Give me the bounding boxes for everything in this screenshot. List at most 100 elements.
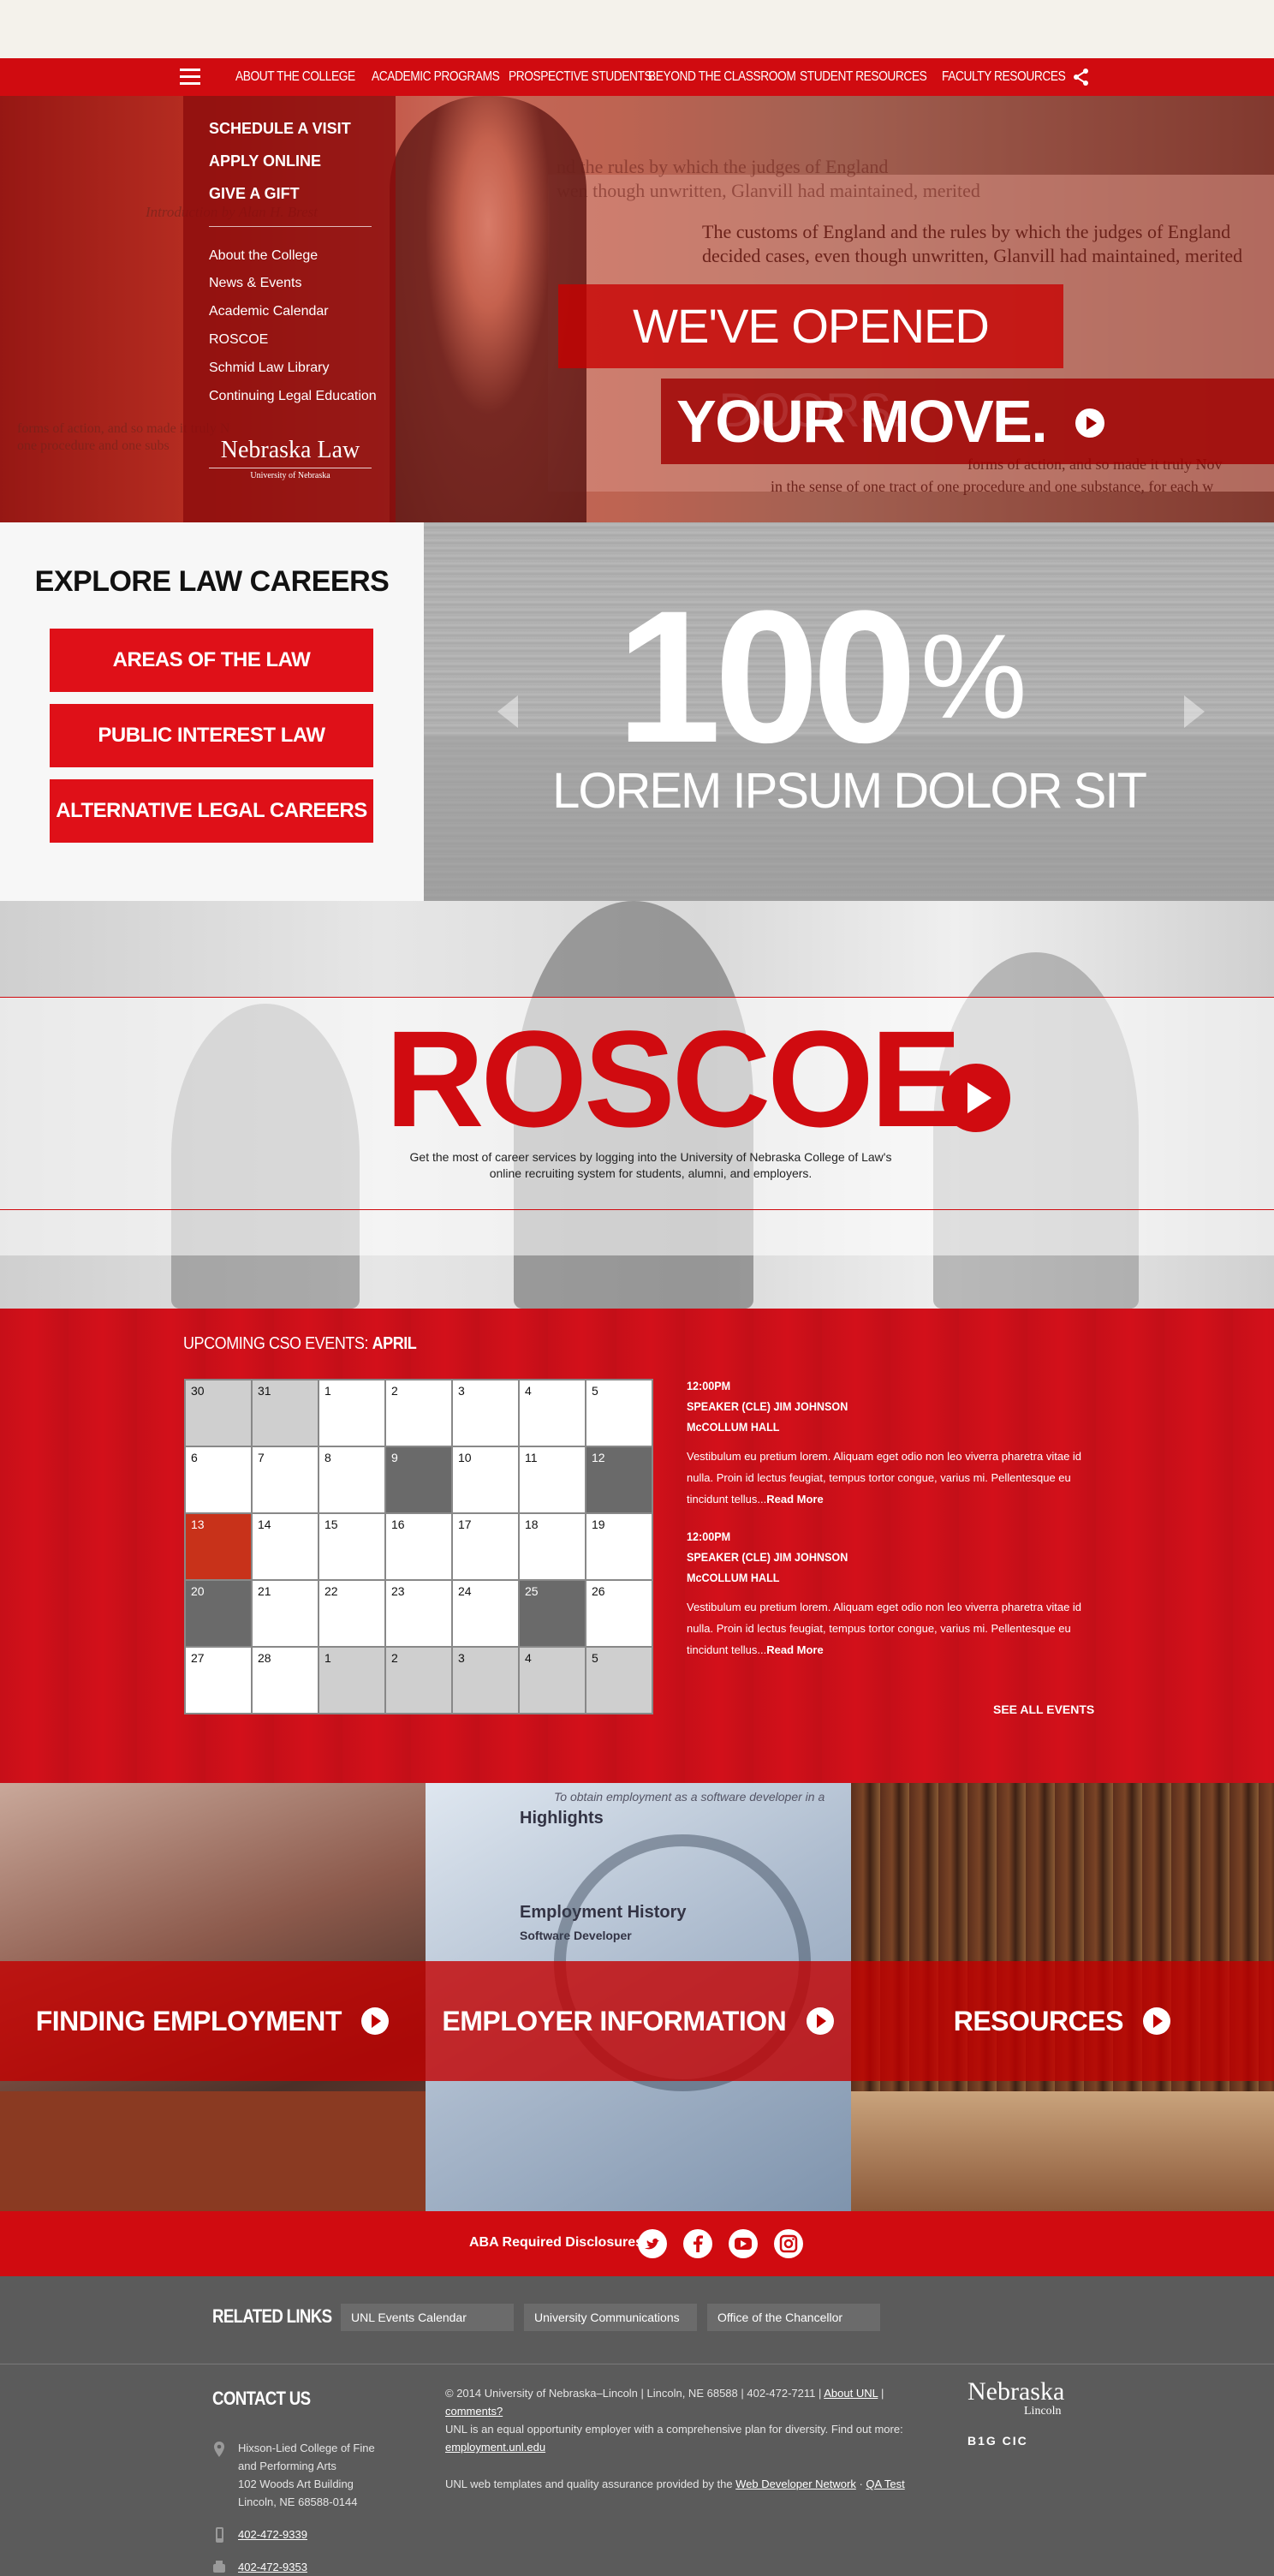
schedule-a-visit-link[interactable]: SCHEDULE A VISIT [209, 120, 351, 138]
calendar-day[interactable]: 8 [319, 1447, 384, 1512]
nav-academic-programs[interactable]: ACADEMIC PROGRAMS [372, 58, 500, 96]
employer-information-tile[interactable]: To obtain employment as a software devel… [426, 1783, 851, 2211]
calendar-day[interactable]: 1 [319, 1648, 384, 1713]
menu-about-the-college[interactable]: About the College [209, 248, 318, 264]
aba-disclosures-link[interactable]: ABA Required Disclosures [469, 2235, 643, 2251]
instagram-icon[interactable] [773, 2228, 804, 2259]
event-time: 12:00PM [687, 1530, 731, 1543]
public-interest-law-button[interactable]: PUBLIC INTEREST LAW [50, 704, 373, 767]
menu-schmid-law-library[interactable]: Schmid Law Library [209, 361, 330, 376]
your-move-link[interactable]: YOUR MOVE. [661, 379, 1274, 464]
calendar-day[interactable]: 12 [586, 1447, 652, 1512]
related-link-university-communications[interactable]: University Communications [524, 2304, 697, 2331]
see-all-events-link[interactable]: SEE ALL EVENTS [993, 1702, 1094, 1716]
careers-title: EXPLORE LAW CAREERS [34, 565, 390, 598]
calendar-day[interactable]: 25 [520, 1581, 585, 1646]
calendar-day[interactable]: 24 [453, 1581, 518, 1646]
calendar-day[interactable]: 4 [520, 1648, 585, 1713]
nav-faculty-resources[interactable]: FACULTY RESOURCES [942, 58, 1066, 96]
calendar-day[interactable]: 19 [586, 1514, 652, 1579]
logo-subtitle: University of Nebraska [209, 468, 372, 480]
event-venue: McCOLLUM HALL [687, 1420, 780, 1434]
alternative-legal-careers-button[interactable]: ALTERNATIVE LEGAL CAREERS [50, 779, 373, 843]
web-developer-network-link[interactable]: Web Developer Network [735, 2478, 856, 2490]
calendar-day[interactable]: 13 [186, 1514, 251, 1579]
slider-prev-icon[interactable] [491, 690, 525, 733]
youtube-icon[interactable] [728, 2228, 759, 2259]
calendar-day[interactable]: 22 [319, 1581, 384, 1646]
calendar-day[interactable]: 2 [386, 1648, 451, 1713]
contact-us-title: CONTACT US [212, 2388, 311, 2409]
calendar-day[interactable]: 17 [453, 1514, 518, 1579]
calendar-day[interactable]: 6 [186, 1447, 251, 1512]
calendar-day[interactable]: 23 [386, 1581, 451, 1646]
facebook-icon[interactable] [682, 2228, 713, 2259]
apply-online-link[interactable]: APPLY ONLINE [209, 152, 321, 170]
event-venue: McCOLLUM HALL [687, 1571, 780, 1584]
calendar-day[interactable]: 28 [253, 1648, 318, 1713]
employment-link[interactable]: employment.unl.edu [445, 2441, 545, 2454]
calendar-day[interactable]: 3 [453, 1380, 518, 1446]
read-more-link[interactable]: Read More [766, 1643, 823, 1656]
calendar-day[interactable]: 4 [520, 1380, 585, 1446]
separator: · [859, 2478, 863, 2490]
calendar-day[interactable]: 5 [586, 1648, 652, 1713]
roscoe-play-icon[interactable] [942, 1064, 1010, 1132]
site-footer: RELATED LINKS UNL Events Calendar Univer… [0, 2276, 1274, 2576]
areas-of-the-law-button[interactable]: AREAS OF THE LAW [50, 629, 373, 692]
twitter-icon[interactable] [637, 2228, 668, 2259]
nebraska-law-logo[interactable]: Nebraska Law University of Nebraska [209, 437, 372, 480]
event-title-link[interactable]: SPEAKER (CLE) JIM JOHNSON [687, 1550, 848, 1564]
nav-about-the-college[interactable]: ABOUT THE COLLEGE [235, 58, 355, 96]
hamburger-icon[interactable] [180, 69, 200, 86]
roscoe-banner: ROSCOE Get the most of career services b… [0, 901, 1274, 1309]
slider-next-icon[interactable] [1177, 690, 1211, 733]
unl-logo[interactable]: Nebraska Lincoln B1G CIC [967, 2379, 1070, 2448]
logo-name: Nebraska Law [220, 437, 360, 463]
calendar-day[interactable]: 1 [319, 1380, 384, 1446]
menu-continuing-legal-education[interactable]: Continuing Legal Education [209, 389, 377, 404]
calendar-day[interactable]: 5 [586, 1380, 652, 1446]
nav-beyond-the-classroom[interactable]: BEYOND THE CLASSROOM [648, 58, 796, 96]
qa-test-link[interactable]: QA Test [866, 2478, 904, 2490]
related-link-office-of-the-chancellor[interactable]: Office of the Chancellor [707, 2304, 880, 2331]
calendar-day[interactable]: 26 [586, 1581, 652, 1646]
fax-number[interactable]: 402-472-9353 [238, 2561, 307, 2573]
menu-roscoe[interactable]: ROSCOE [209, 332, 268, 348]
roscoe-description-line: online recruiting system for students, a… [489, 1166, 813, 1180]
calendar-day[interactable]: 10 [453, 1447, 518, 1512]
event-title-link[interactable]: SPEAKER (CLE) JIM JOHNSON [687, 1399, 848, 1413]
calendar-day[interactable]: 9 [386, 1447, 451, 1512]
calendar-day[interactable]: 15 [319, 1514, 384, 1579]
calendar-day[interactable]: 30 [186, 1380, 251, 1446]
calendar-day[interactable]: 27 [186, 1648, 251, 1713]
menu-news-events[interactable]: News & Events [209, 276, 301, 291]
calendar-day[interactable]: 14 [253, 1514, 318, 1579]
hero-headline-primary: WE'VE OPENED DOORS. [558, 284, 1063, 437]
calendar-day[interactable]: 21 [253, 1581, 318, 1646]
calendar-day[interactable]: 7 [253, 1447, 318, 1512]
calendar-day[interactable]: 18 [520, 1514, 585, 1579]
phone-link[interactable]: 402-472-9339 [238, 2528, 307, 2541]
give-a-gift-link[interactable]: GIVE A GIFT [209, 185, 300, 203]
calendar-day[interactable]: 16 [386, 1514, 451, 1579]
open-book-photo [851, 2091, 1274, 2211]
resources-tile[interactable]: RESOURCES [851, 1783, 1274, 2211]
comments-link[interactable]: comments? [445, 2405, 503, 2418]
calendar-day[interactable]: 31 [253, 1380, 318, 1446]
finding-employment-tile[interactable]: FINDING EMPLOYMENT [0, 1783, 426, 2211]
play-circle-icon [806, 2007, 834, 2035]
calendar-day[interactable]: 11 [520, 1447, 585, 1512]
event-time: 12:00PM [687, 1379, 731, 1392]
calendar-day[interactable]: 3 [453, 1648, 518, 1713]
stats-slider: 100 % LOREM IPSUM DOLOR SIT [424, 522, 1274, 901]
menu-academic-calendar[interactable]: Academic Calendar [209, 304, 329, 319]
calendar-day[interactable]: 20 [186, 1581, 251, 1646]
share-icon[interactable] [1072, 68, 1091, 86]
about-unl-link[interactable]: About UNL [824, 2387, 878, 2400]
related-link-unl-events-calendar[interactable]: UNL Events Calendar [341, 2304, 514, 2331]
calendar-day[interactable]: 2 [386, 1380, 451, 1446]
nav-prospective-students[interactable]: PROSPECTIVE STUDENTS [509, 58, 652, 96]
nav-student-resources[interactable]: STUDENT RESOURCES [800, 58, 927, 96]
read-more-link[interactable]: Read More [766, 1493, 823, 1506]
